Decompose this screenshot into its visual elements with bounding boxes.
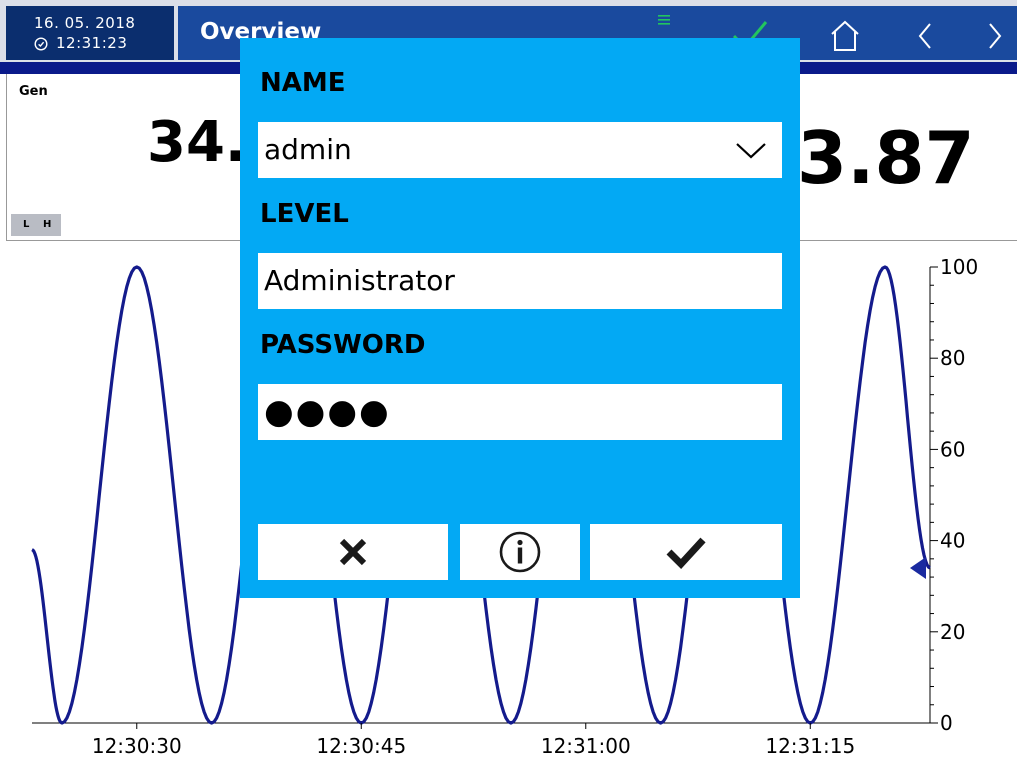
panel-name: Gen xyxy=(19,84,48,99)
current-value-marker xyxy=(910,556,926,579)
forward-button[interactable] xyxy=(972,16,1017,56)
y-tick-label: 60 xyxy=(940,437,965,461)
time-text: 12:31:23 xyxy=(56,34,128,52)
chevron-down-icon xyxy=(736,143,766,159)
password-value: ●●●● xyxy=(264,392,391,432)
measured-value-left: 34. xyxy=(147,110,247,175)
x-tick-label: 12:30:45 xyxy=(316,734,406,758)
home-button[interactable] xyxy=(822,16,868,56)
back-button[interactable] xyxy=(902,16,948,56)
level-field[interactable]: Administrator xyxy=(258,253,782,309)
menu-icon[interactable] xyxy=(656,12,672,28)
info-button[interactable] xyxy=(460,524,580,580)
y-tick-label: 40 xyxy=(940,529,965,553)
x-tick-label: 12:30:30 xyxy=(92,734,182,758)
password-input[interactable]: ●●●● xyxy=(258,384,782,440)
limit-low-label: L xyxy=(23,219,30,230)
y-tick-label: 80 xyxy=(940,346,965,370)
info-icon xyxy=(499,531,541,573)
limit-high-label: H xyxy=(43,219,52,230)
name-dropdown[interactable]: admin xyxy=(258,122,782,178)
password-label: PASSWORD xyxy=(260,330,426,360)
limit-badge: L H xyxy=(11,214,61,236)
check-icon xyxy=(666,537,706,570)
date-text: 16. 05. 2018 xyxy=(34,14,136,32)
y-tick-label: 20 xyxy=(940,620,965,644)
clock-icon xyxy=(34,37,48,51)
x-tick-label: 12:31:15 xyxy=(765,734,855,758)
name-value: admin xyxy=(264,133,352,166)
measured-value-right: 3.87 xyxy=(797,116,975,200)
cancel-button[interactable] xyxy=(258,524,448,580)
confirm-button[interactable] xyxy=(590,524,782,580)
level-value: Administrator xyxy=(264,264,455,297)
y-tick-label: 100 xyxy=(940,255,978,279)
x-tick-label: 12:31:00 xyxy=(541,734,631,758)
level-label: LEVEL xyxy=(260,199,349,229)
y-tick-label: 0 xyxy=(940,711,953,735)
name-label: NAME xyxy=(260,68,346,98)
datetime-display: 16. 05. 2018 12:31:23 xyxy=(6,6,174,60)
close-icon xyxy=(339,538,367,566)
login-dialog: NAME admin LEVEL Administrator PASSWORD … xyxy=(240,38,800,598)
